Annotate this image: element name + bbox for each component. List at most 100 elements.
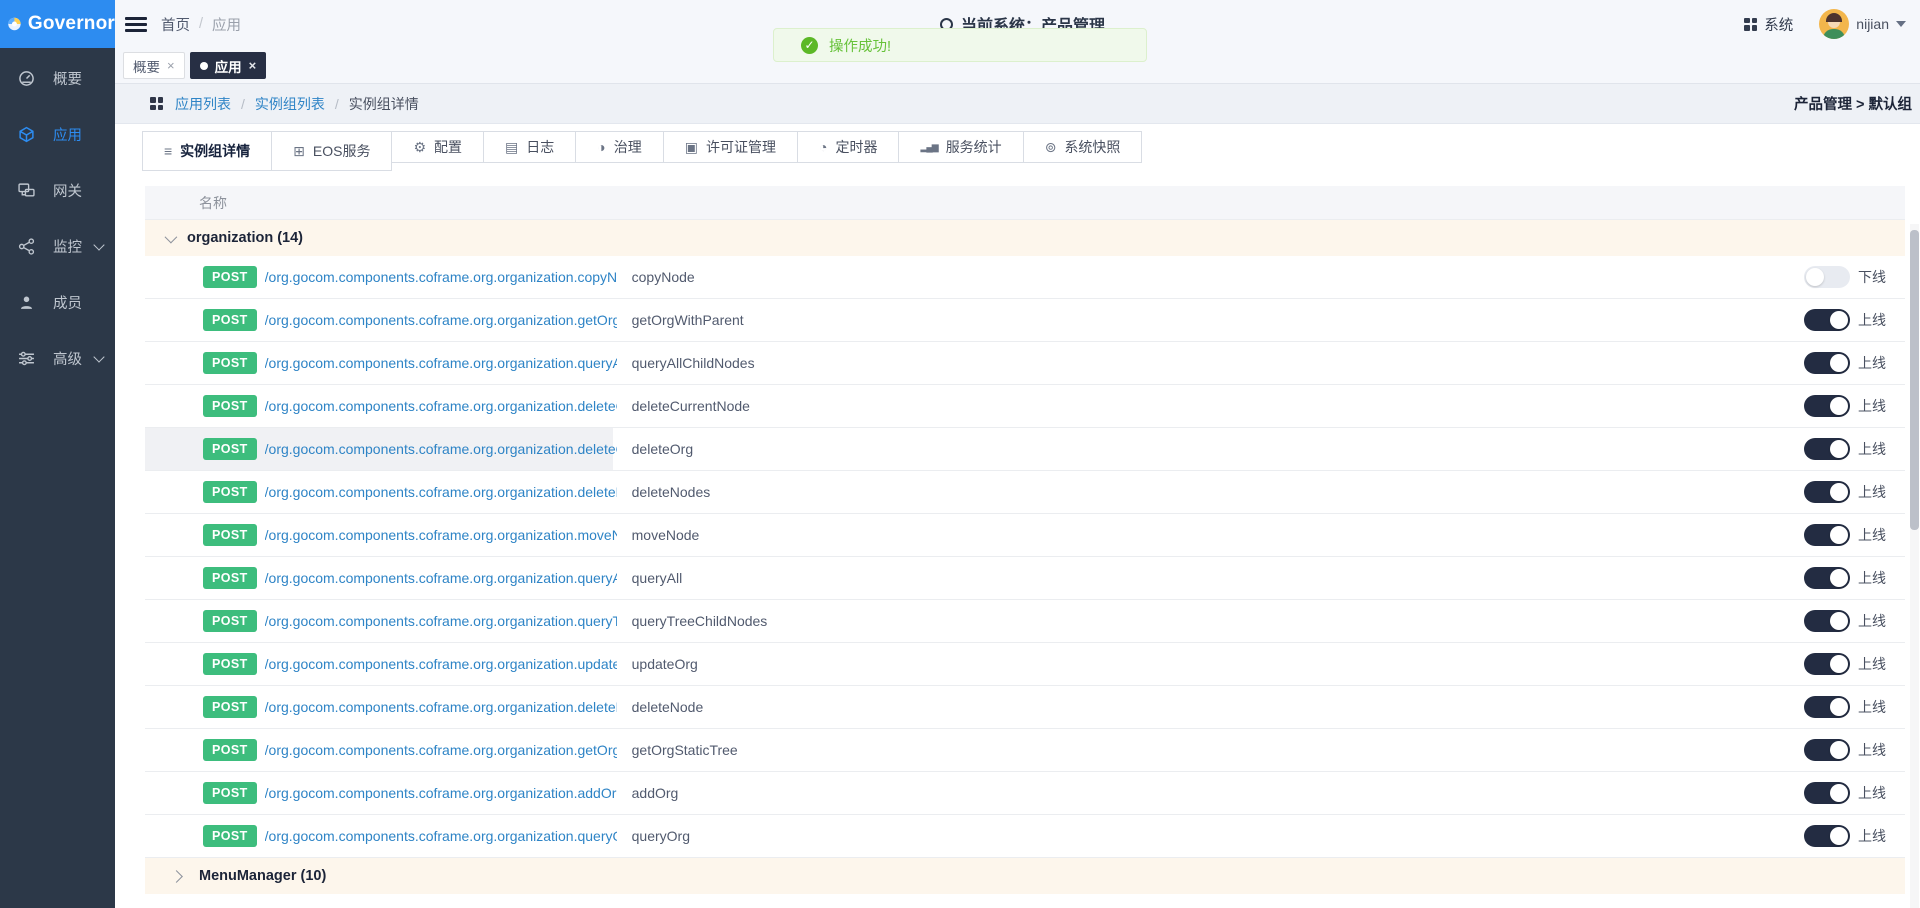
cube-icon <box>18 126 35 143</box>
vertical-scrollbar-thumb[interactable] <box>1910 230 1919 530</box>
status-toggle[interactable] <box>1804 739 1850 761</box>
tab-logs[interactable]: ▤ 日志 <box>483 131 576 163</box>
service-url[interactable]: /org.gocom.components.coframe.org.organi… <box>265 656 617 672</box>
service-row[interactable]: POST /org.gocom.components.coframe.org.o… <box>145 471 1905 514</box>
sidebar-item-label: 应用 <box>53 124 82 145</box>
status-toggle[interactable] <box>1804 266 1850 288</box>
status-toggle[interactable] <box>1804 352 1850 374</box>
sidebar-item-gateway[interactable]: 网关 <box>0 166 115 214</box>
clipboard-icon: ▣ <box>685 140 698 154</box>
service-url[interactable]: /org.gocom.components.coframe.org.organi… <box>265 269 617 285</box>
status-toggle[interactable] <box>1804 395 1850 417</box>
method-badge: POST <box>203 524 257 546</box>
service-url[interactable]: /org.gocom.components.coframe.org.organi… <box>265 785 617 801</box>
sidebar-item-advanced[interactable]: 高级 <box>0 334 115 382</box>
group-row-menumanager[interactable]: MenuManager (10) <box>145 858 1905 894</box>
camera-icon: ⊚ <box>1045 140 1057 154</box>
service-row[interactable]: POST /org.gocom.components.coframe.org.o… <box>145 256 1905 299</box>
grid-icon <box>150 97 163 110</box>
service-row[interactable]: POST /org.gocom.components.coframe.org.o… <box>145 729 1905 772</box>
service-row[interactable]: POST /org.gocom.components.coframe.org.o… <box>145 428 1905 471</box>
method-badge: POST <box>203 309 257 331</box>
tab-timers[interactable]: ◔ 定时器 <box>797 131 899 163</box>
sidebar-item-applications[interactable]: 应用 <box>0 110 115 158</box>
breadcrumb-app-list[interactable]: 应用列表 <box>175 94 231 114</box>
system-menu-label: 系统 <box>1764 14 1793 35</box>
status-toggle[interactable] <box>1804 610 1850 632</box>
menu-toggle-icon[interactable] <box>125 17 147 32</box>
service-row[interactable]: POST /org.gocom.components.coframe.org.o… <box>145 600 1905 643</box>
gear-icon: ⚙ <box>413 140 426 154</box>
service-name: copyNode <box>632 269 912 285</box>
service-row[interactable]: POST /org.gocom.components.coframe.org.o… <box>145 299 1905 342</box>
status-label: 上线 <box>1858 697 1887 717</box>
service-row[interactable]: POST /org.gocom.components.coframe.org.o… <box>145 686 1905 729</box>
status-toggle[interactable] <box>1804 825 1850 847</box>
status-toggle[interactable] <box>1804 567 1850 589</box>
status-toggle[interactable] <box>1804 309 1850 331</box>
sidebar-item-overview[interactable]: 概要 <box>0 54 115 102</box>
service-url[interactable]: /org.gocom.components.coframe.org.organi… <box>265 613 617 629</box>
method-badge: POST <box>203 395 257 417</box>
service-row[interactable]: POST /org.gocom.components.coframe.org.o… <box>145 557 1905 600</box>
breadcrumb-instance-group-detail: 实例组详情 <box>349 94 419 114</box>
share-nodes-icon <box>18 238 35 255</box>
user-menu-button[interactable]: nijian <box>1819 9 1906 39</box>
close-icon[interactable]: × <box>249 58 257 73</box>
service-row[interactable]: POST /org.gocom.components.coframe.org.o… <box>145 772 1905 815</box>
system-menu-button[interactable]: 系统 <box>1744 14 1793 35</box>
tab-governance[interactable]: ◑ 治理 <box>575 131 663 163</box>
avatar <box>1819 9 1849 39</box>
group-row-organization[interactable]: organization (14) <box>145 220 1905 256</box>
breadcrumb-instance-group-list[interactable]: 实例组列表 <box>255 94 325 114</box>
status-toggle[interactable] <box>1804 438 1850 460</box>
tab-system-snapshot[interactable]: ⊚ 系统快照 <box>1023 131 1143 163</box>
service-url[interactable]: /org.gocom.components.coframe.org.organi… <box>265 742 617 758</box>
service-url[interactable]: /org.gocom.components.coframe.org.organi… <box>265 828 617 844</box>
close-icon[interactable]: × <box>167 58 175 73</box>
service-row[interactable]: POST /org.gocom.components.coframe.org.o… <box>145 514 1905 557</box>
status-toggle[interactable] <box>1804 524 1850 546</box>
status-toggle[interactable] <box>1804 653 1850 675</box>
status-toggle[interactable] <box>1804 782 1850 804</box>
service-name: deleteNode <box>632 699 912 715</box>
service-url[interactable]: /org.gocom.components.coframe.org.organi… <box>265 570 617 586</box>
sidebar-item-label: 概要 <box>53 68 82 89</box>
method-badge: POST <box>203 352 257 374</box>
service-name: getOrgWithParent <box>632 312 912 328</box>
service-url[interactable]: /org.gocom.components.coframe.org.organi… <box>265 699 617 715</box>
service-row[interactable]: POST /org.gocom.components.coframe.org.o… <box>145 643 1905 686</box>
tab-configuration[interactable]: ⚙ 配置 <box>391 131 484 163</box>
tab-tag-overview[interactable]: 概要 × <box>123 52 185 79</box>
sliders-icon <box>18 350 35 367</box>
service-row[interactable]: POST /org.gocom.components.coframe.org.o… <box>145 815 1905 858</box>
tab-tag-applications[interactable]: 应用 × <box>190 52 267 79</box>
app-logo: Governor <box>0 0 115 48</box>
service-name: deleteNodes <box>632 484 912 500</box>
service-url[interactable]: /org.gocom.components.coframe.org.organi… <box>265 355 617 371</box>
sidebar-item-members[interactable]: 成员 <box>0 278 115 326</box>
service-url[interactable]: /org.gocom.components.coframe.org.organi… <box>265 441 617 457</box>
status-label: 上线 <box>1858 740 1887 760</box>
status-toggle[interactable] <box>1804 696 1850 718</box>
username: nijian <box>1856 16 1889 32</box>
tab-license-management[interactable]: ▣ 许可证管理 <box>663 131 798 163</box>
service-url[interactable]: /org.gocom.components.coframe.org.organi… <box>265 527 617 543</box>
status-label: 上线 <box>1858 439 1887 459</box>
tab-instance-group-detail[interactable]: ≡ 实例组详情 <box>142 131 272 171</box>
service-row[interactable]: POST /org.gocom.components.coframe.org.o… <box>145 385 1905 428</box>
method-badge: POST <box>203 696 257 718</box>
sidebar-item-monitoring[interactable]: 监控 <box>0 222 115 270</box>
status-label: 上线 <box>1858 525 1887 545</box>
service-url[interactable]: /org.gocom.components.coframe.org.organi… <box>265 398 617 414</box>
service-row[interactable]: POST /org.gocom.components.coframe.org.o… <box>145 342 1905 385</box>
brand-name: Governor <box>28 13 115 35</box>
tab-service-statistics[interactable]: ▂▄▆ 服务统计 <box>898 131 1023 163</box>
status-toggle[interactable] <box>1804 481 1850 503</box>
tab-eos-services[interactable]: ⊞ EOS服务 <box>271 131 392 171</box>
breadcrumb-home[interactable]: 首页 <box>161 14 190 35</box>
gateway-icon <box>18 182 35 199</box>
sidebar-item-label: 网关 <box>53 180 82 201</box>
service-url[interactable]: /org.gocom.components.coframe.org.organi… <box>265 484 617 500</box>
service-url[interactable]: /org.gocom.components.coframe.org.organi… <box>265 312 617 328</box>
